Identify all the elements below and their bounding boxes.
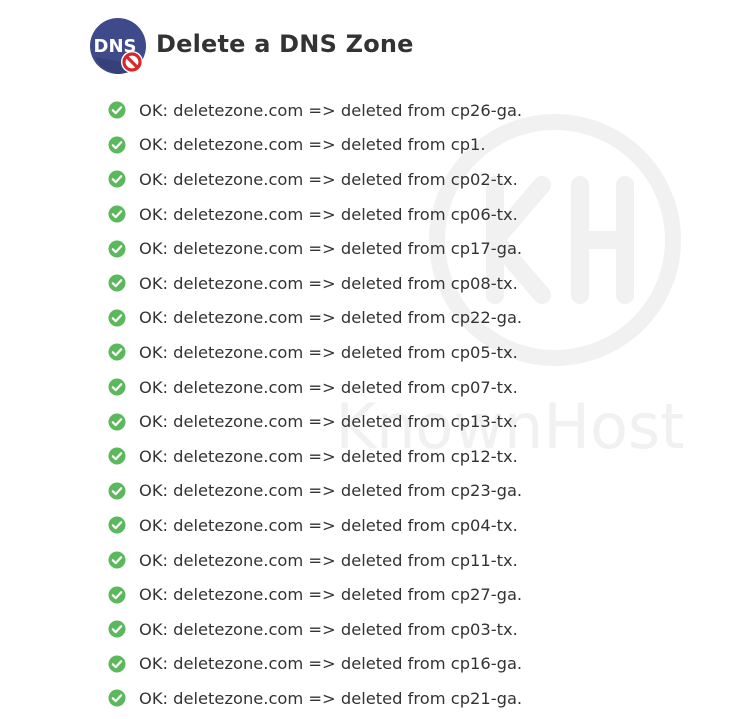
result-message: OK: deletezone.com => deleted from cp21-… — [139, 688, 523, 708]
result-row: OK: deletezone.com => deleted from cp02-… — [108, 162, 522, 197]
result-message: OK: deletezone.com => deleted from cp08-… — [139, 273, 518, 293]
page-header: DNS Delete a DNS Zone — [89, 16, 414, 76]
check-circle-icon — [108, 586, 126, 604]
result-message: OK: deletezone.com => deleted from cp23-… — [139, 481, 523, 501]
result-message: OK: deletezone.com => deleted from cp17-… — [139, 239, 523, 259]
result-message: OK: deletezone.com => deleted from cp12-… — [139, 446, 518, 466]
result-message: OK: deletezone.com => deleted from cp05-… — [139, 342, 518, 362]
check-circle-icon — [108, 136, 126, 154]
check-circle-icon — [108, 378, 126, 396]
result-message: OK: deletezone.com => deleted from cp07-… — [139, 377, 518, 397]
result-message: OK: deletezone.com => deleted from cp11-… — [139, 550, 518, 570]
result-row: OK: deletezone.com => deleted from cp03-… — [108, 612, 522, 647]
check-circle-icon — [108, 482, 126, 500]
check-circle-icon — [108, 655, 126, 673]
page-title: Delete a DNS Zone — [156, 30, 414, 58]
result-message: OK: deletezone.com => deleted from cp02-… — [139, 169, 518, 189]
result-row: OK: deletezone.com => deleted from cp05-… — [108, 335, 522, 370]
check-circle-icon — [108, 689, 126, 707]
result-message: OK: deletezone.com => deleted from cp04-… — [139, 515, 518, 535]
result-row: OK: deletezone.com => deleted from cp17-… — [108, 231, 522, 266]
result-row: OK: deletezone.com => deleted from cp08-… — [108, 266, 522, 301]
result-message: OK: deletezone.com => deleted from cp27-… — [139, 585, 523, 605]
check-circle-icon — [108, 343, 126, 361]
result-row: OK: deletezone.com => deleted from cp1. — [108, 128, 522, 163]
results-list: OK: deletezone.com => deleted from cp26-… — [108, 93, 522, 716]
result-row: OK: deletezone.com => deleted from cp11-… — [108, 543, 522, 578]
check-circle-icon — [108, 516, 126, 534]
result-message: OK: deletezone.com => deleted from cp1. — [139, 135, 486, 155]
result-row: OK: deletezone.com => deleted from cp12-… — [108, 439, 522, 474]
result-message: OK: deletezone.com => deleted from cp03-… — [139, 619, 518, 639]
result-row: OK: deletezone.com => deleted from cp07-… — [108, 370, 522, 405]
result-message: OK: deletezone.com => deleted from cp13-… — [139, 412, 518, 432]
result-row: OK: deletezone.com => deleted from cp21-… — [108, 681, 522, 716]
result-row: OK: deletezone.com => deleted from cp26-… — [108, 93, 522, 128]
no-sign-icon — [121, 51, 143, 73]
result-row: OK: deletezone.com => deleted from cp13-… — [108, 404, 522, 439]
check-circle-icon — [108, 205, 126, 223]
result-message: OK: deletezone.com => deleted from cp22-… — [139, 308, 523, 328]
result-message: OK: deletezone.com => deleted from cp16-… — [139, 654, 523, 674]
dns-delete-icon: DNS — [89, 17, 147, 75]
result-message: OK: deletezone.com => deleted from cp26-… — [139, 100, 523, 120]
check-circle-icon — [108, 274, 126, 292]
result-row: OK: deletezone.com => deleted from cp22-… — [108, 301, 522, 336]
result-row: OK: deletezone.com => deleted from cp06-… — [108, 197, 522, 232]
check-circle-icon — [108, 309, 126, 327]
result-row: OK: deletezone.com => deleted from cp04-… — [108, 508, 522, 543]
result-message: OK: deletezone.com => deleted from cp06-… — [139, 204, 518, 224]
check-circle-icon — [108, 620, 126, 638]
check-circle-icon — [108, 170, 126, 188]
check-circle-icon — [108, 101, 126, 119]
result-row: OK: deletezone.com => deleted from cp16-… — [108, 647, 522, 682]
result-row: OK: deletezone.com => deleted from cp27-… — [108, 577, 522, 612]
check-circle-icon — [108, 413, 126, 431]
result-row: OK: deletezone.com => deleted from cp23-… — [108, 474, 522, 509]
check-circle-icon — [108, 240, 126, 258]
check-circle-icon — [108, 551, 126, 569]
check-circle-icon — [108, 447, 126, 465]
